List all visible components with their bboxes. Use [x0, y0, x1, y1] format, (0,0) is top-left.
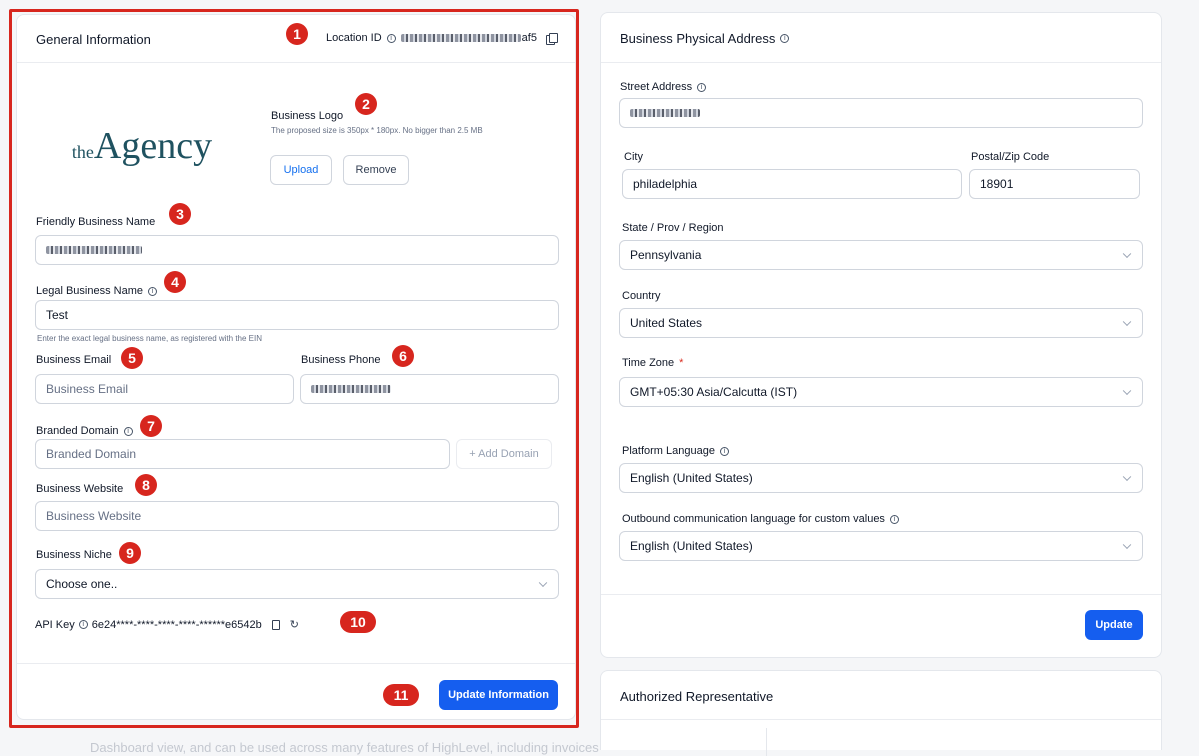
annotation-badge-5: 5	[121, 347, 143, 369]
annotation-badge-2: 2	[355, 93, 377, 115]
annotation-badge-1: 1	[286, 23, 308, 45]
logo-text-main: Agency	[93, 125, 213, 167]
authorized-header-divider	[601, 719, 1161, 720]
required-asterisk: *	[679, 357, 684, 369]
legal-business-name-label-text: Legal Business Name	[36, 285, 144, 297]
business-address-title: Business Physical Address i	[620, 31, 790, 46]
business-phone-input[interactable]	[300, 374, 559, 404]
update-address-button[interactable]: Update	[1085, 610, 1143, 640]
info-icon: i	[780, 34, 790, 43]
api-key-value: 6e24****-****-****-****-******e6542b	[91, 618, 262, 631]
platform-language-select[interactable]: English (United States)	[619, 463, 1143, 493]
outbound-language-label-text: Outbound communication language for cust…	[622, 513, 885, 525]
city-input[interactable]: philadelphia	[622, 169, 962, 199]
address-footer-divider	[601, 594, 1161, 595]
friendly-business-name-redacted	[46, 246, 142, 254]
branded-domain-input[interactable]: Branded Domain	[35, 439, 450, 469]
general-information-title: General Information	[36, 32, 151, 47]
branded-domain-label: Branded Domain i	[36, 425, 133, 437]
country-label: Country	[622, 290, 661, 302]
business-website-label: Business Website	[36, 483, 124, 495]
info-icon: i	[386, 33, 396, 43]
authorized-representative-card: Authorized Representative	[600, 670, 1162, 750]
country-select[interactable]: United States	[619, 308, 1143, 338]
annotation-badge-6: 6	[392, 345, 414, 367]
business-address-title-text: Business Physical Address	[620, 31, 776, 46]
friendly-business-name-input[interactable]	[35, 235, 559, 265]
location-id-suffix: af5	[521, 32, 537, 44]
annotation-badge-10: 10	[340, 611, 376, 633]
business-niche-label: Business Niche	[36, 549, 112, 561]
business-niche-select[interactable]: Choose one..	[35, 569, 559, 599]
business-email-input[interactable]: Business Email	[35, 374, 294, 404]
location-id-value-redacted	[400, 34, 521, 42]
outbound-language-select[interactable]: English (United States)	[619, 531, 1143, 561]
update-information-button[interactable]: Update Information	[439, 680, 558, 710]
info-icon: i	[148, 286, 158, 296]
info-icon: i	[78, 620, 88, 629]
copy-icon[interactable]	[545, 32, 558, 45]
refresh-icon[interactable]: ↻	[290, 618, 299, 631]
outbound-language-label: Outbound communication language for cust…	[622, 513, 899, 525]
info-icon: i	[719, 446, 729, 456]
business-email-label: Business Email	[36, 354, 112, 366]
time-zone-label-text: Time Zone	[622, 357, 675, 369]
business-logo-image: the Agency	[72, 124, 212, 168]
business-phone-label: Business Phone	[301, 354, 381, 366]
street-address-label-text: Street Address	[620, 81, 693, 93]
info-icon: i	[697, 82, 707, 92]
location-id: Location ID i af5	[326, 32, 558, 45]
annotation-badge-11: 11	[383, 684, 419, 706]
business-phone-redacted	[311, 385, 391, 393]
add-domain-button[interactable]: + Add Domain	[456, 439, 552, 469]
general-footer-divider	[17, 663, 575, 664]
info-icon: i	[889, 514, 899, 524]
api-key-label: API Key	[35, 618, 75, 631]
platform-language-label-text: Platform Language	[622, 445, 715, 457]
background-footer-text: Dashboard view, and can be used across m…	[90, 740, 599, 755]
time-zone-select[interactable]: GMT+05:30 Asia/Calcutta (IST)	[619, 377, 1143, 407]
city-label: City	[624, 151, 643, 163]
legal-business-name-input[interactable]: Test	[35, 300, 559, 330]
platform-language-label: Platform Language i	[622, 445, 729, 457]
state-select[interactable]: Pennsylvania	[619, 240, 1143, 270]
business-website-input[interactable]: Business Website	[35, 501, 559, 531]
logo-text-small: the	[71, 142, 94, 162]
annotation-badge-8: 8	[135, 474, 157, 496]
info-icon: i	[123, 426, 133, 436]
api-key-row: API Key i 6e24****-****-****-****-******…	[35, 618, 299, 631]
business-logo-preview: the Agency	[37, 96, 247, 196]
clipboard-icon[interactable]	[271, 619, 280, 630]
annotation-badge-3: 3	[169, 203, 191, 225]
background-divider	[766, 728, 767, 756]
general-information-card: General Information Location ID i af5 th…	[16, 14, 576, 720]
business-logo-hint: The proposed size is 350px * 180px. No b…	[271, 126, 483, 135]
state-label: State / Prov / Region	[622, 222, 724, 234]
street-address-redacted	[630, 109, 700, 117]
annotation-badge-4: 4	[164, 271, 186, 293]
annotation-badge-7: 7	[140, 415, 162, 437]
business-address-card: Business Physical Address i Street Addre…	[600, 12, 1162, 658]
upload-logo-button[interactable]: Upload	[270, 155, 332, 185]
business-address-header: Business Physical Address i	[601, 13, 1161, 63]
branded-domain-label-text: Branded Domain	[36, 425, 119, 437]
zip-code-label: Postal/Zip Code	[971, 151, 1050, 163]
street-address-label: Street Address i	[620, 81, 707, 93]
annotation-badge-9: 9	[119, 542, 141, 564]
legal-business-name-label: Legal Business Name i	[36, 285, 158, 297]
remove-logo-button[interactable]: Remove	[343, 155, 409, 185]
legal-business-name-hint: Enter the exact legal business name, as …	[37, 334, 263, 343]
business-logo-label: Business Logo	[271, 110, 344, 122]
street-address-input[interactable]	[619, 98, 1143, 128]
friendly-business-name-label: Friendly Business Name	[36, 216, 156, 228]
location-id-label: Location ID	[326, 32, 382, 44]
authorized-representative-title: Authorized Representative	[620, 689, 774, 704]
time-zone-label: Time Zone *	[622, 357, 683, 369]
zip-code-input[interactable]: 18901	[969, 169, 1140, 199]
